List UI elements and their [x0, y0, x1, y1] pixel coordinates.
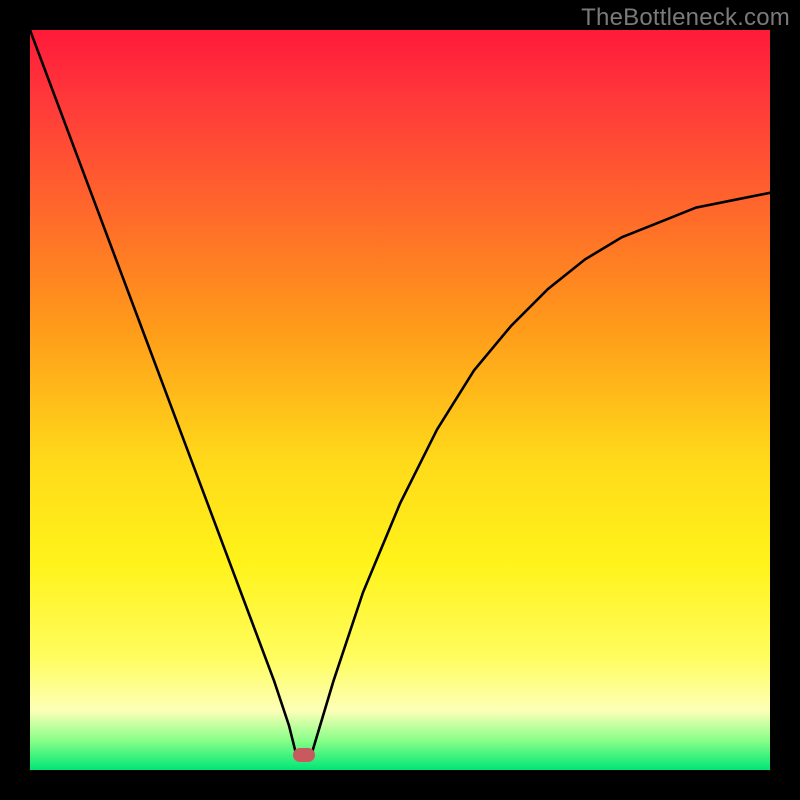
bottleneck-curve: [30, 30, 770, 770]
chart-frame: TheBottleneck.com: [0, 0, 800, 800]
curve-left-branch: [30, 30, 296, 755]
curve-right-branch: [311, 193, 770, 755]
watermark-text: TheBottleneck.com: [581, 4, 790, 32]
optimum-marker: [293, 748, 315, 762]
plot-area: [30, 30, 770, 770]
